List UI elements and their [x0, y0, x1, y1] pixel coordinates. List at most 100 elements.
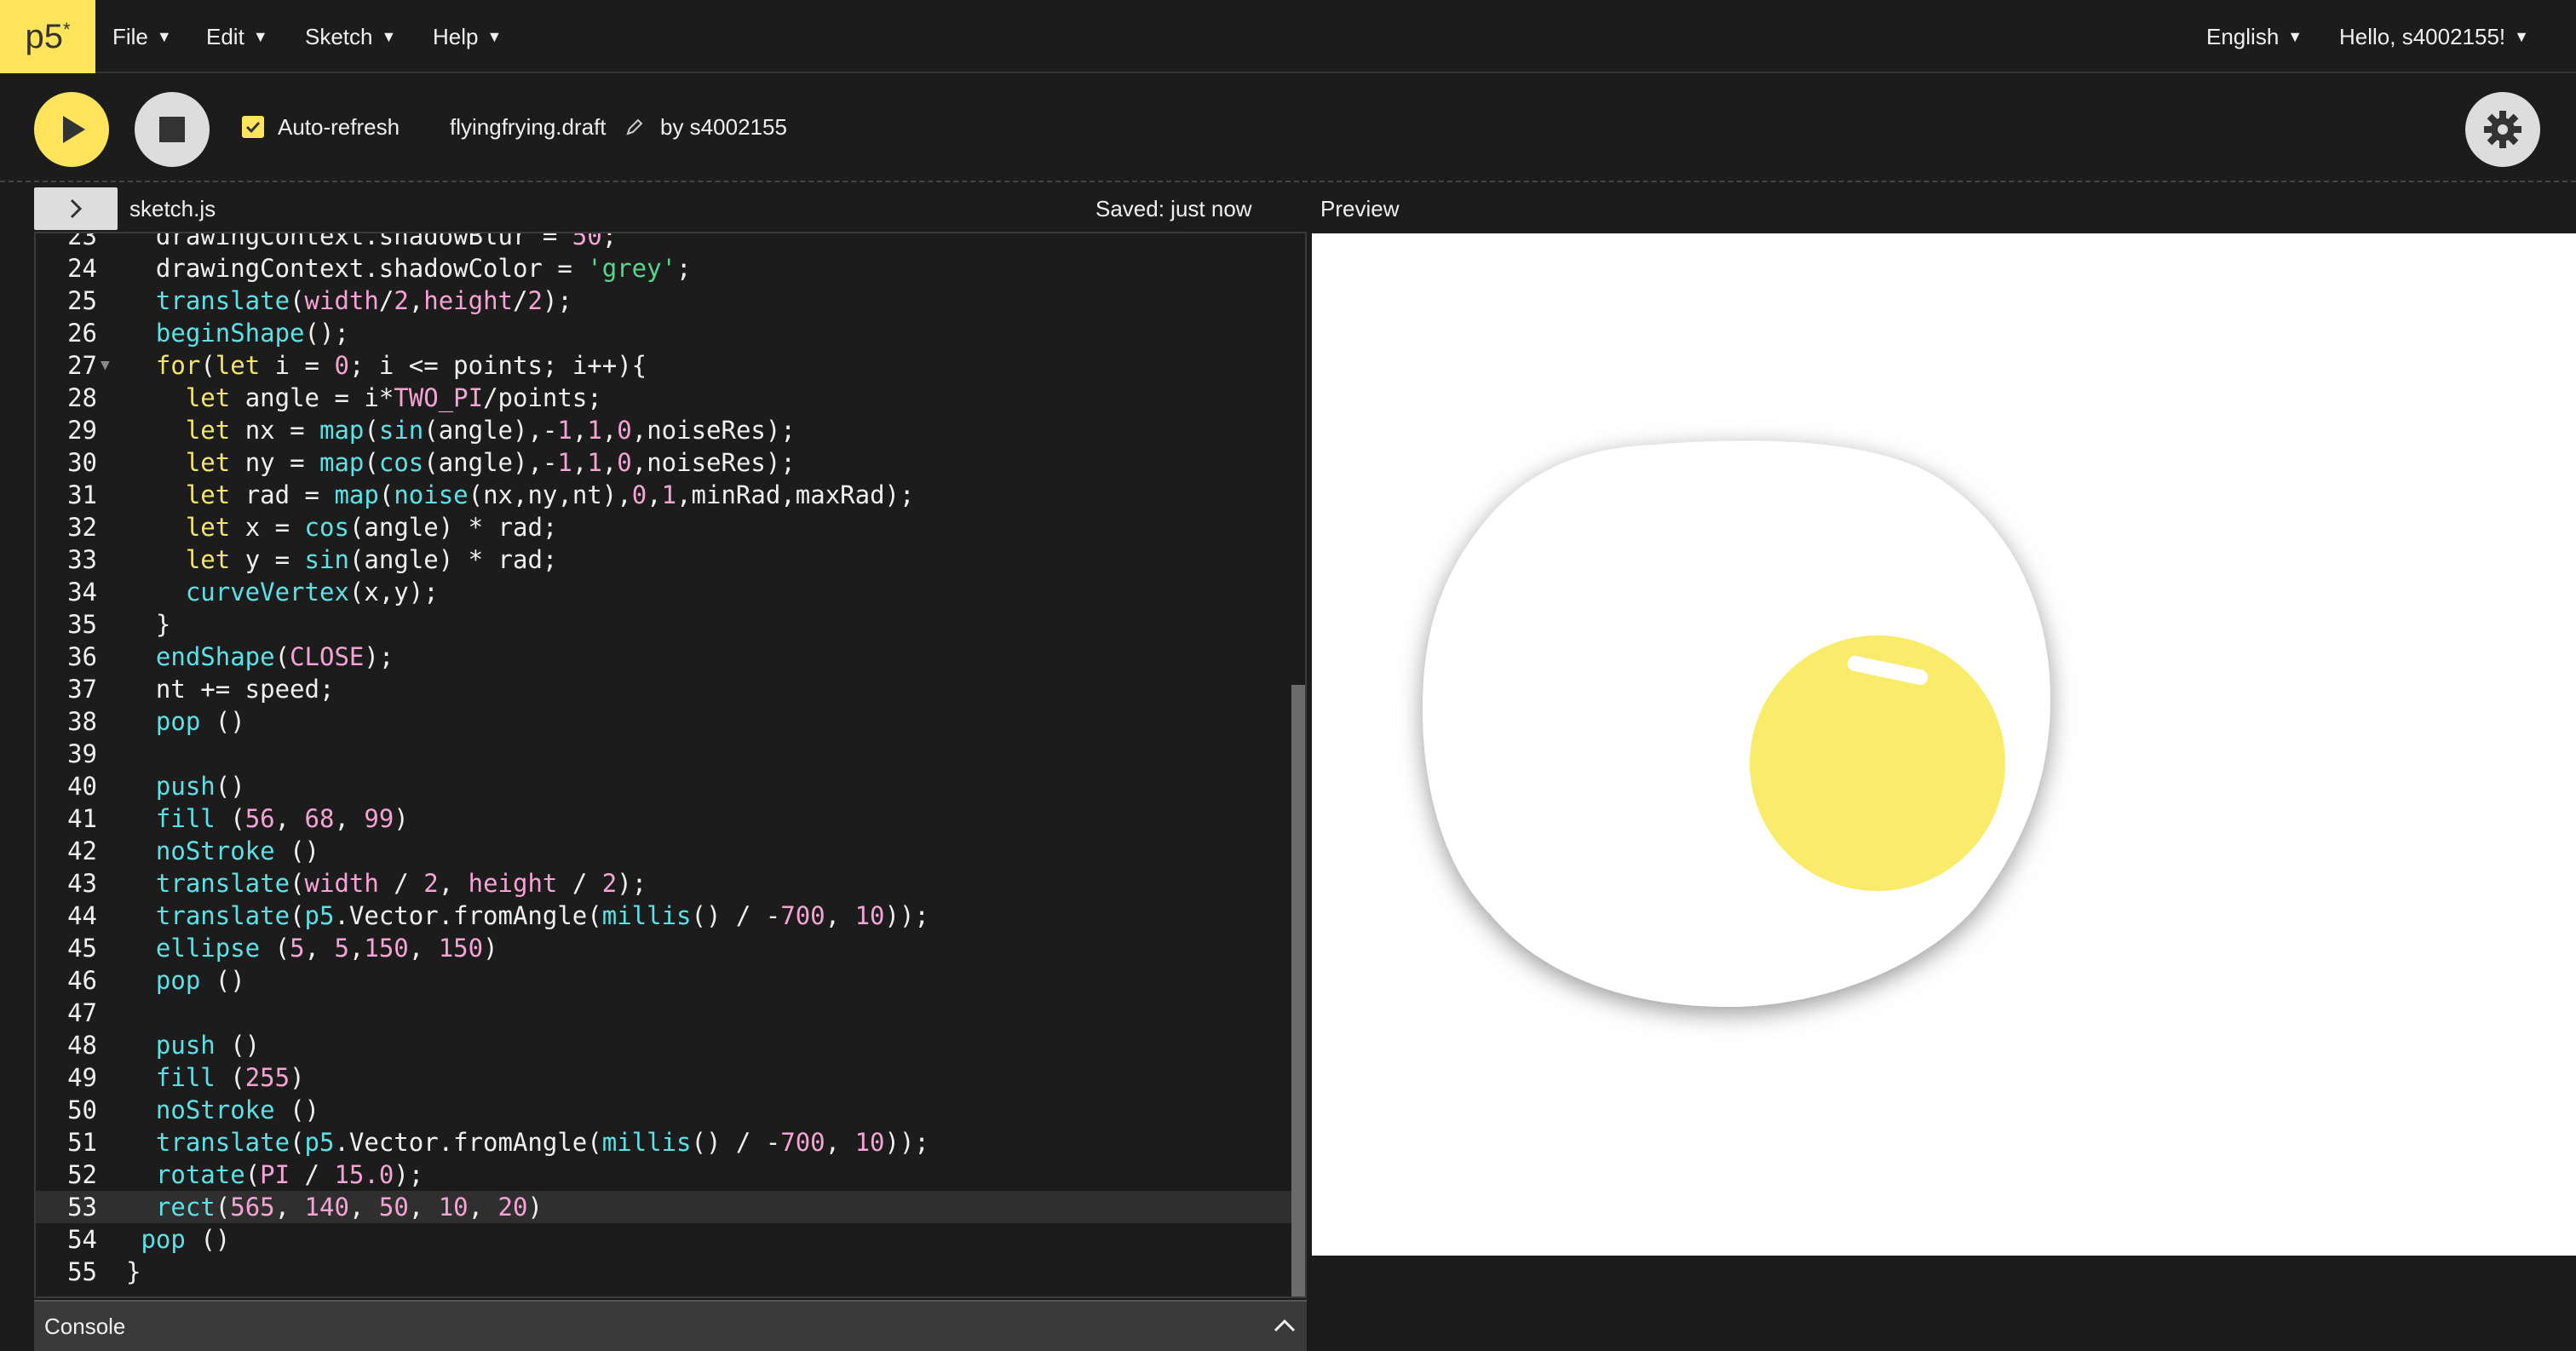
code-line[interactable]: 24 drawingContext.shadowColor = 'grey'; [36, 252, 1305, 285]
help-menu-label: Help [433, 23, 479, 49]
code-line[interactable]: 53 rect(565, 140, 50, 10, 20) [36, 1191, 1305, 1223]
code-line[interactable]: 44 translate(p5.Vector.fromAngle(millis(… [36, 900, 1305, 932]
line-number: 32 [67, 513, 97, 542]
code-line[interactable]: 34 curveVertex(x,y); [36, 576, 1305, 608]
line-number: 54 [67, 1225, 97, 1254]
preview-label: Preview [1320, 196, 1400, 221]
file-tab-name[interactable]: sketch.js [129, 196, 216, 222]
saved-status: Saved: just now [1095, 196, 1252, 221]
code-line[interactable]: 32 let x = cos(angle) * rad; [36, 511, 1305, 543]
language-menu[interactable]: English ▼ [2206, 0, 2303, 73]
code-text: ellipse (5, 5,150, 150) [155, 934, 498, 963]
code-text: drawingContext.shadowColor = 'grey'; [126, 254, 692, 283]
logo-text: p5 [25, 17, 63, 55]
code-line[interactable]: 30 let ny = map(cos(angle),-1,1,0,noiseR… [36, 446, 1305, 479]
sketch-name[interactable]: flyingfrying.draft [450, 114, 607, 141]
code-text: } [126, 1257, 141, 1286]
code-line[interactable]: 27 ▼ for(let i = 0; i <= points; i++){ [36, 349, 1305, 382]
file-menu[interactable]: File ▼ [112, 0, 172, 73]
code-line[interactable]: 39 [36, 738, 1305, 770]
line-number: 29 [67, 416, 97, 445]
sketch-author: by s4002155 [660, 114, 787, 140]
line-number: 27 [67, 351, 97, 380]
help-menu[interactable]: Help ▼ [433, 0, 502, 73]
code-line[interactable]: 49 fill (255) [36, 1061, 1305, 1094]
code-line[interactable]: 55} [36, 1256, 1305, 1288]
code-line[interactable]: 36 endShape(CLOSE); [36, 641, 1305, 673]
play-button[interactable] [34, 92, 109, 167]
sidebar-toggle-button[interactable] [34, 187, 118, 230]
chevron-down-icon: ▼ [156, 27, 172, 45]
code-line[interactable]: 37 nt += speed; [36, 673, 1305, 705]
auto-refresh-checkbox[interactable] [242, 116, 264, 138]
sketch-menu[interactable]: Sketch ▼ [305, 0, 396, 73]
line-number: 38 [67, 707, 97, 736]
chevron-up-icon[interactable] [1273, 1317, 1297, 1334]
chevron-down-icon: ▼ [381, 27, 397, 45]
code-text: translate(p5.Vector.fromAngle(millis() /… [155, 901, 929, 930]
edit-menu-label: Edit [206, 23, 244, 49]
code-line[interactable]: 45 ellipse (5, 5,150, 150) [36, 932, 1305, 964]
console-panel[interactable]: Console [34, 1300, 1307, 1351]
line-number: 42 [67, 836, 97, 865]
top-nav-bar: p5 * File ▼ Edit ▼ Sketch ▼ Help ▼ Englis… [0, 0, 2576, 73]
editor-scrollbar[interactable] [1291, 685, 1305, 1296]
code-line[interactable]: 52 rotate(PI / 15.0); [36, 1158, 1305, 1191]
checkmark-icon [245, 121, 261, 134]
code-text: translate(width/2,height/2); [155, 286, 572, 315]
code-text: let nx = map(sin(angle),-1,1,0,noiseRes)… [185, 416, 796, 445]
chevron-down-icon: ▼ [2514, 27, 2529, 45]
code-text: let rad = map(noise(nx,ny,nt),0,1,minRad… [185, 480, 915, 509]
code-line[interactable]: 31 let rad = map(noise(nx,ny,nt),0,1,min… [36, 479, 1305, 511]
line-number: 31 [67, 480, 97, 509]
fold-toggle-icon[interactable]: ▼ [101, 349, 110, 382]
code-text: nt += speed; [126, 675, 335, 704]
code-text: pop () [141, 1225, 231, 1254]
code-line[interactable]: 33 let y = sin(angle) * rad; [36, 543, 1305, 576]
code-editor[interactable]: 23 drawingContext.shadowBlur = 50; 24 dra… [34, 232, 1307, 1298]
code-line[interactable]: 26 beginShape(); [36, 317, 1305, 349]
user-menu[interactable]: Hello, s4002155! ▼ [2339, 0, 2529, 73]
pencil-icon[interactable] [625, 116, 644, 142]
sketch-menu-label: Sketch [305, 23, 373, 49]
stop-button[interactable] [135, 92, 210, 167]
code-line[interactable]: 46 pop () [36, 964, 1305, 997]
code-text: fill (56, 68, 99) [155, 804, 409, 833]
code-line[interactable]: 50 noStroke () [36, 1094, 1305, 1126]
code-text: noStroke () [155, 1095, 319, 1124]
code-line[interactable]: 25 translate(width/2,height/2); [36, 285, 1305, 317]
code-line[interactable]: 40 push() [36, 770, 1305, 802]
code-text: pop () [155, 966, 245, 995]
code-line[interactable]: 38 pop () [36, 705, 1305, 738]
line-number: 53 [67, 1193, 97, 1222]
edit-menu[interactable]: Edit ▼ [206, 0, 268, 73]
line-number: 41 [67, 804, 97, 833]
code-text: push () [155, 1031, 261, 1060]
p5-logo[interactable]: p5 * [0, 0, 95, 73]
code-line[interactable]: 48 push () [36, 1029, 1305, 1061]
stop-icon [159, 117, 185, 142]
code-text: let angle = i*TWO_PI/points; [185, 383, 602, 412]
line-number: 28 [67, 383, 97, 412]
code-line[interactable]: 51 translate(p5.Vector.fromAngle(millis(… [36, 1126, 1305, 1158]
line-number: 43 [67, 869, 97, 898]
settings-button[interactable] [2465, 92, 2540, 167]
code-text: fill (255) [155, 1063, 305, 1092]
auto-refresh-label: Auto-refresh [278, 114, 400, 140]
code-text: translate(p5.Vector.fromAngle(millis() /… [155, 1128, 929, 1157]
sketch-output [1423, 440, 2050, 1008]
code-line[interactable]: 42 noStroke () [36, 835, 1305, 867]
code-line[interactable]: 47 [36, 997, 1305, 1029]
code-line[interactable]: 35 } [36, 608, 1305, 641]
code-line[interactable]: 28 let angle = i*TWO_PI/points; [36, 382, 1305, 414]
chevron-down-icon: ▼ [252, 27, 268, 45]
code-line[interactable]: 54 pop () [36, 1223, 1305, 1256]
preview-canvas[interactable] [1312, 233, 2576, 1256]
line-number: 24 [67, 254, 97, 283]
line-number: 55 [67, 1257, 97, 1286]
code-line[interactable]: 43 translate(width / 2, height / 2); [36, 867, 1305, 900]
line-number: 46 [67, 966, 97, 995]
code-line[interactable]: 23 drawingContext.shadowBlur = 50; [36, 233, 1305, 252]
code-line[interactable]: 41 fill (56, 68, 99) [36, 802, 1305, 835]
code-line[interactable]: 29 let nx = map(sin(angle),-1,1,0,noiseR… [36, 414, 1305, 446]
